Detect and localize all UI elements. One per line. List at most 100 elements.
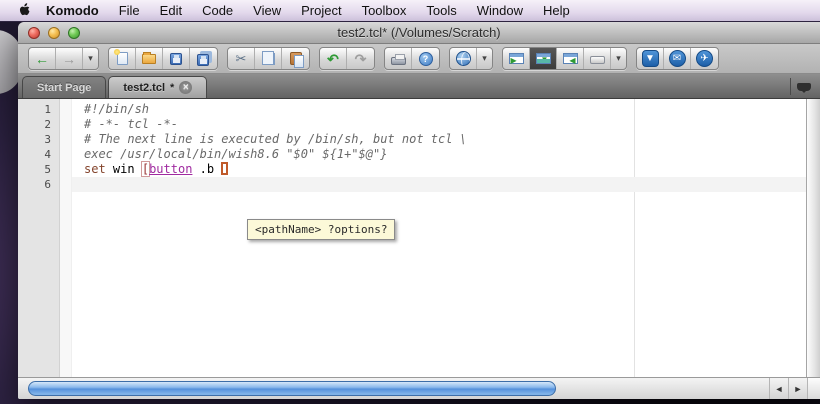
new-file-icon: [117, 52, 128, 65]
forward-icon: →: [62, 52, 76, 66]
mail-glyph: ✉: [673, 54, 681, 64]
code-line-6: set win [button .b: [72, 162, 806, 177]
komodo-tool-3-button[interactable]: ✈: [691, 48, 718, 69]
menu-bar: Komodo File Edit Code View Project Toolb…: [0, 0, 820, 22]
horizontal-scrollbar[interactable]: ◄ ►: [18, 377, 820, 399]
menu-item-code[interactable]: Code: [192, 0, 243, 22]
preview-in-browser-button[interactable]: [450, 48, 477, 69]
editor-area[interactable]: 1 2 3 4 5 6 #!/bin/sh # -*- tcl -*- # Th…: [18, 99, 820, 377]
code-line-1: #!/bin/sh: [72, 102, 806, 117]
code-line-4: exec /usr/local/bin/wish8.6 "$0" ${1+"$@…: [72, 147, 806, 162]
globe-icon: [456, 51, 471, 66]
line-number: 2: [18, 117, 59, 132]
code-line-2: # -*- tcl -*-: [72, 117, 806, 132]
tab-close-button[interactable]: ×: [179, 81, 192, 94]
cut-button[interactable]: ✂: [228, 48, 255, 69]
ui-mode-dropdown-button[interactable]: ▾: [611, 48, 626, 69]
vertical-scrollbar[interactable]: [806, 99, 820, 377]
chevron-down-icon: ▾: [88, 54, 93, 63]
menu-item-edit[interactable]: Edit: [150, 0, 192, 22]
undo-group: ↶ ↷: [319, 47, 375, 70]
help-button[interactable]: ?: [412, 48, 439, 69]
scroll-left-button[interactable]: ◄: [770, 378, 789, 399]
plane-tool-icon: ✈: [696, 50, 713, 67]
new-file-button[interactable]: [109, 48, 136, 69]
chevron-down-icon: ▾: [616, 54, 621, 63]
ui-mode-button[interactable]: [584, 48, 611, 69]
redo-button[interactable]: ↷: [347, 48, 374, 69]
tab-test2-tcl[interactable]: test2.tcl * ×: [108, 76, 207, 98]
save-all-icon: [197, 54, 209, 66]
undo-button[interactable]: ↶: [320, 48, 347, 69]
window-title: test2.tcl* (/Volumes/Scratch): [18, 25, 820, 40]
undo-icon: ↶: [327, 52, 339, 66]
command-hyperlink-button[interactable]: button: [149, 162, 192, 176]
back-button[interactable]: ←: [29, 48, 56, 69]
printer-icon: [391, 57, 406, 65]
toggle-left-pane-button[interactable]: ▶: [503, 48, 530, 69]
calltip-popup: <pathName> ?options?: [247, 219, 395, 240]
preview-dropdown-button[interactable]: ▾: [477, 48, 492, 69]
open-folder-icon: [142, 54, 156, 64]
left-pane-icon: ▶: [509, 53, 524, 64]
paste-button[interactable]: [282, 48, 309, 69]
bottom-pane-icon: ▼: [536, 53, 551, 64]
menu-item-toolbox[interactable]: Toolbox: [352, 0, 417, 22]
komodo-tool-2-button[interactable]: ✉: [664, 48, 691, 69]
menu-item-file[interactable]: File: [109, 0, 150, 22]
code-pane[interactable]: #!/bin/sh # -*- tcl -*- # The next line …: [72, 99, 806, 377]
menu-item-help[interactable]: Help: [533, 0, 580, 22]
print-help-group: ?: [384, 47, 440, 70]
keyword-set: set: [84, 162, 106, 176]
file-group: [108, 47, 218, 70]
komodo-tool-1-button[interactable]: ▼: [637, 48, 664, 69]
pane-group: ▶ ▼ ◀ ▾: [502, 47, 627, 70]
scroll-right-button[interactable]: ►: [789, 378, 808, 399]
apple-icon: [18, 2, 31, 20]
line-number: 4: [18, 147, 59, 162]
menu-item-komodo[interactable]: Komodo: [36, 0, 109, 22]
copy-button[interactable]: [255, 48, 282, 69]
save-icon: [170, 53, 182, 65]
print-button[interactable]: [385, 48, 412, 69]
komodo-tools-group: ▼ ✉ ✈: [636, 47, 719, 70]
apple-menu[interactable]: [12, 2, 36, 20]
right-pane-icon: ◀: [563, 53, 578, 64]
line-number: 5: [18, 162, 59, 177]
toggle-bottom-pane-button[interactable]: ▼: [530, 48, 557, 69]
history-dropdown-button[interactable]: ▾: [83, 48, 98, 69]
redo-icon: ↷: [355, 52, 367, 66]
tab-list-dropdown-button[interactable]: [790, 78, 816, 95]
text-caret: [221, 162, 228, 175]
line-number: 6: [18, 177, 59, 192]
tab-list-icon: [797, 83, 811, 91]
menu-item-view[interactable]: View: [243, 0, 291, 22]
scrollbar-arrow-group: ◄ ►: [769, 378, 808, 399]
chevron-down-icon: ▾: [482, 54, 487, 63]
toggle-right-pane-button[interactable]: ◀: [557, 48, 584, 69]
save-button[interactable]: [163, 48, 190, 69]
flag-glyph: ▼: [645, 54, 655, 64]
open-button[interactable]: [136, 48, 163, 69]
argument-text: .b: [192, 162, 221, 176]
identifier-win: win: [113, 162, 135, 176]
clipboard-group: ✂: [227, 47, 310, 70]
toolbar: ← → ▾ ✂ ↶ ↷ ? ▾ ▶: [18, 44, 820, 74]
menu-item-project[interactable]: Project: [291, 0, 351, 22]
tab-start-page[interactable]: Start Page: [22, 76, 106, 98]
plane-glyph: ✈: [700, 54, 708, 64]
paste-icon: [290, 52, 302, 65]
pane-arrow: ◀: [569, 57, 575, 65]
title-bar[interactable]: test2.tcl* (/Volumes/Scratch): [18, 22, 820, 44]
pane-arrow: ▼: [541, 56, 549, 64]
horizontal-scrollbar-thumb[interactable]: [28, 381, 556, 396]
nav-group: ← → ▾: [28, 47, 99, 70]
scissors-icon: ✂: [236, 52, 247, 65]
menu-item-window[interactable]: Window: [467, 0, 533, 22]
copy-icon: [265, 53, 275, 65]
ui-mode-icon: [590, 56, 605, 64]
menu-item-tools[interactable]: Tools: [416, 0, 466, 22]
save-all-button[interactable]: [190, 48, 217, 69]
tab-modified-indicator: *: [170, 82, 174, 94]
forward-button[interactable]: →: [56, 48, 83, 69]
